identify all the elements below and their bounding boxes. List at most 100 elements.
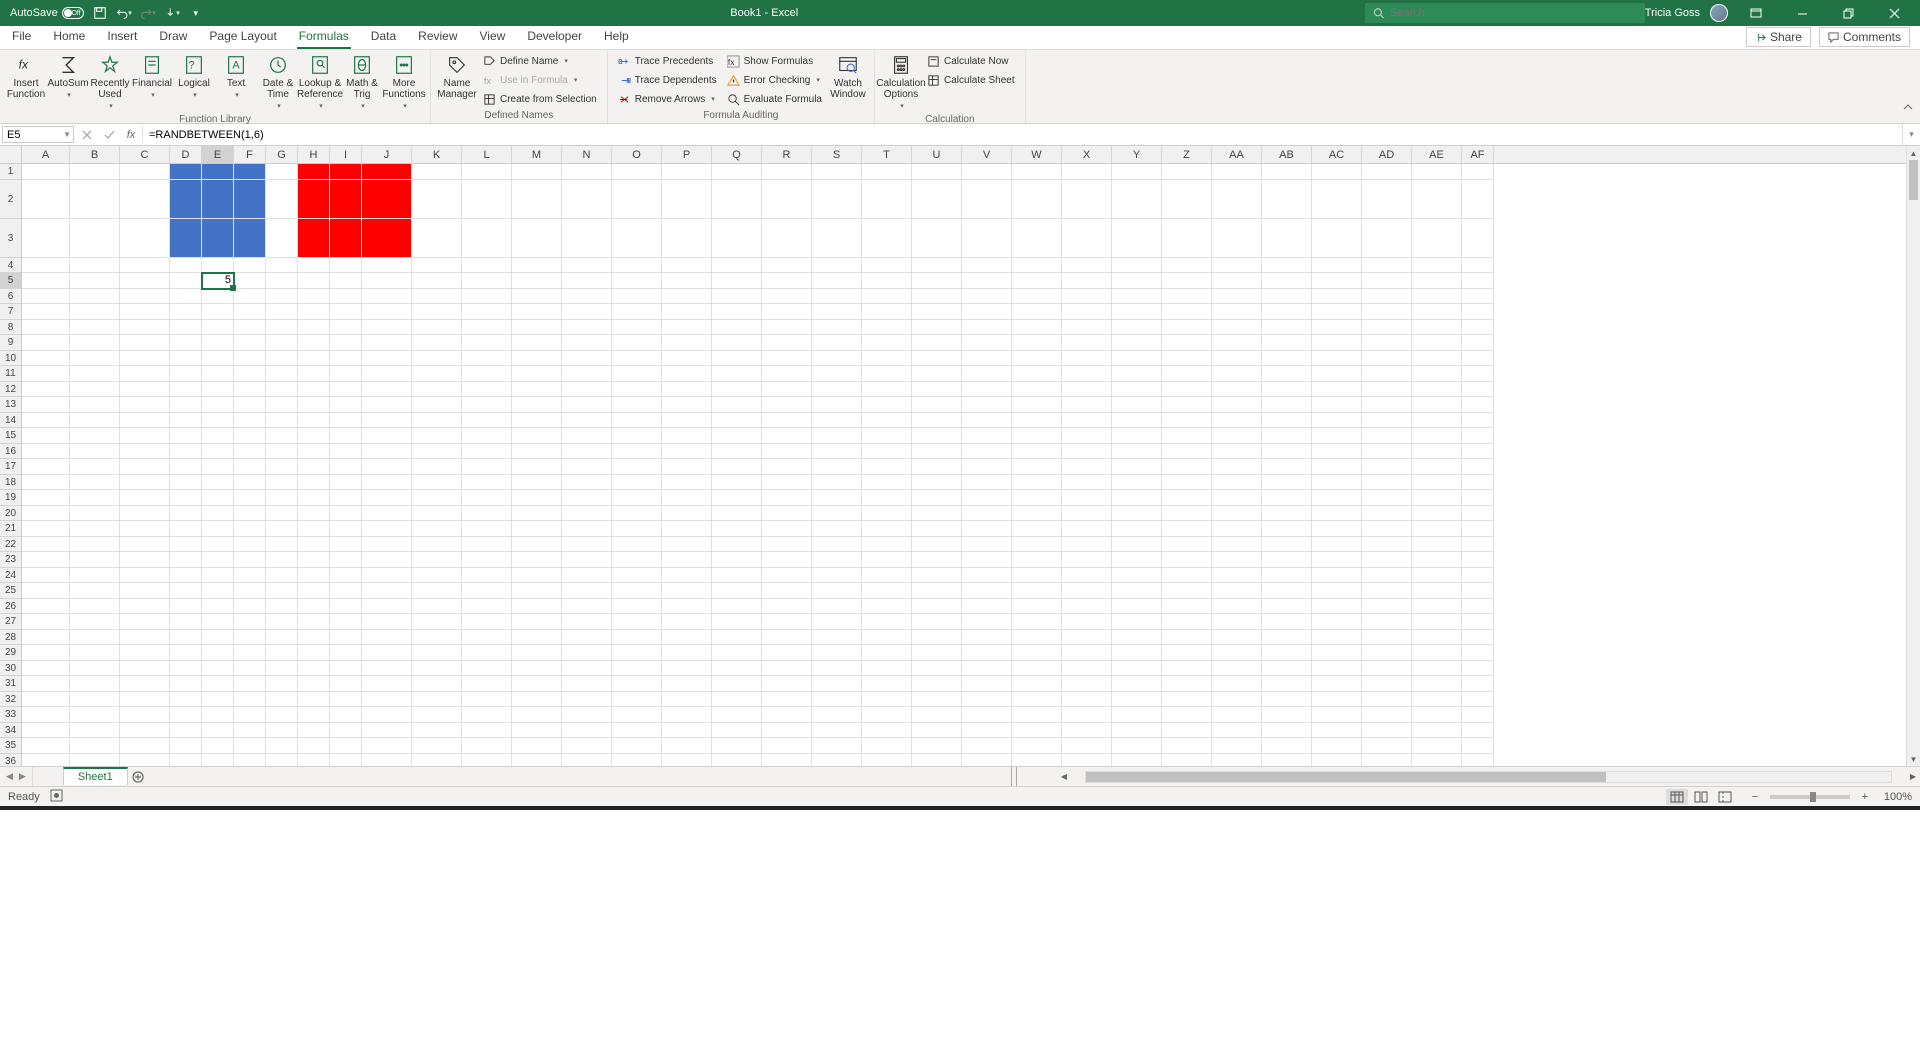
cell-W33[interactable] [1012,707,1062,723]
save-icon[interactable] [92,5,108,21]
cell-I34[interactable] [330,723,362,739]
cell-A18[interactable] [22,475,70,491]
cell-W28[interactable] [1012,630,1062,646]
cell-AF17[interactable] [1462,459,1494,475]
cell-AC13[interactable] [1312,397,1362,413]
col-header-O[interactable]: O [612,146,662,163]
cell-K1[interactable] [412,164,462,180]
cell-O18[interactable] [612,475,662,491]
cell-T20[interactable] [862,506,912,522]
cell-AC29[interactable] [1312,645,1362,661]
cell-G32[interactable] [266,692,298,708]
new-sheet-button[interactable] [128,767,148,786]
cell-R14[interactable] [762,413,812,429]
cell-S18[interactable] [812,475,862,491]
cell-E23[interactable] [202,552,234,568]
cell-AC3[interactable] [1312,219,1362,258]
cell-Q10[interactable] [712,351,762,367]
lookup-reference-button[interactable]: Lookup &Reference▾ [300,52,340,112]
cell-AC31[interactable] [1312,676,1362,692]
cell-A3[interactable] [22,219,70,258]
cell-AA25[interactable] [1212,583,1262,599]
cell-B3[interactable] [70,219,120,258]
cell-O34[interactable] [612,723,662,739]
cell-T1[interactable] [862,164,912,180]
cell-M33[interactable] [512,707,562,723]
cell-Q7[interactable] [712,304,762,320]
cell-G9[interactable] [266,335,298,351]
cell-AF22[interactable] [1462,537,1494,553]
cell-AB2[interactable] [1262,180,1312,219]
row-header-4[interactable]: 4 [0,258,21,274]
cell-L28[interactable] [462,630,512,646]
cell-N10[interactable] [562,351,612,367]
cell-G21[interactable] [266,521,298,537]
cell-Z6[interactable] [1162,289,1212,305]
cell-B7[interactable] [70,304,120,320]
cell-H7[interactable] [298,304,330,320]
cell-L23[interactable] [462,552,512,568]
cell-Z25[interactable] [1162,583,1212,599]
cell-Q28[interactable] [712,630,762,646]
cell-O36[interactable] [612,754,662,767]
cell-AB3[interactable] [1262,219,1312,258]
cell-Y23[interactable] [1112,552,1162,568]
cell-M3[interactable] [512,219,562,258]
cell-C28[interactable] [120,630,170,646]
cell-H31[interactable] [298,676,330,692]
cell-V26[interactable] [962,599,1012,615]
cell-D23[interactable] [170,552,202,568]
row-header-20[interactable]: 20 [0,506,21,522]
cell-X7[interactable] [1062,304,1112,320]
cell-AC36[interactable] [1312,754,1362,767]
cell-AF33[interactable] [1462,707,1494,723]
cell-AB29[interactable] [1262,645,1312,661]
cell-X24[interactable] [1062,568,1112,584]
cell-AA22[interactable] [1212,537,1262,553]
cell-L36[interactable] [462,754,512,767]
cell-U28[interactable] [912,630,962,646]
cell-R20[interactable] [762,506,812,522]
cell-Y14[interactable] [1112,413,1162,429]
cell-P10[interactable] [662,351,712,367]
cell-X11[interactable] [1062,366,1112,382]
cell-AB35[interactable] [1262,738,1312,754]
cell-C36[interactable] [120,754,170,767]
cell-AA3[interactable] [1212,219,1262,258]
zoom-in-button[interactable]: + [1858,791,1872,803]
cell-AA6[interactable] [1212,289,1262,305]
cell-H36[interactable] [298,754,330,767]
cell-AA31[interactable] [1212,676,1262,692]
cell-D5[interactable] [170,273,202,289]
cell-T34[interactable] [862,723,912,739]
cell-F13[interactable] [234,397,266,413]
cell-C10[interactable] [120,351,170,367]
tab-home[interactable]: Home [51,25,87,49]
cell-B11[interactable] [70,366,120,382]
col-header-Z[interactable]: Z [1162,146,1212,163]
cell-U2[interactable] [912,180,962,219]
cell-G36[interactable] [266,754,298,767]
cell-C21[interactable] [120,521,170,537]
cell-C8[interactable] [120,320,170,336]
cell-G19[interactable] [266,490,298,506]
cell-I26[interactable] [330,599,362,615]
cell-P27[interactable] [662,614,712,630]
select-all-corner[interactable] [0,146,22,164]
cell-N12[interactable] [562,382,612,398]
cell-K36[interactable] [412,754,462,767]
cell-D28[interactable] [170,630,202,646]
scroll-up-icon[interactable]: ▲ [1907,146,1920,160]
cell-V18[interactable] [962,475,1012,491]
col-header-C[interactable]: C [120,146,170,163]
col-header-AD[interactable]: AD [1362,146,1412,163]
cell-AC18[interactable] [1312,475,1362,491]
cell-U36[interactable] [912,754,962,767]
collapse-ribbon-icon[interactable] [1902,101,1914,119]
cell-X1[interactable] [1062,164,1112,180]
cell-L19[interactable] [462,490,512,506]
cell-I14[interactable] [330,413,362,429]
cell-AF8[interactable] [1462,320,1494,336]
cell-R16[interactable] [762,444,812,460]
col-header-T[interactable]: T [862,146,912,163]
